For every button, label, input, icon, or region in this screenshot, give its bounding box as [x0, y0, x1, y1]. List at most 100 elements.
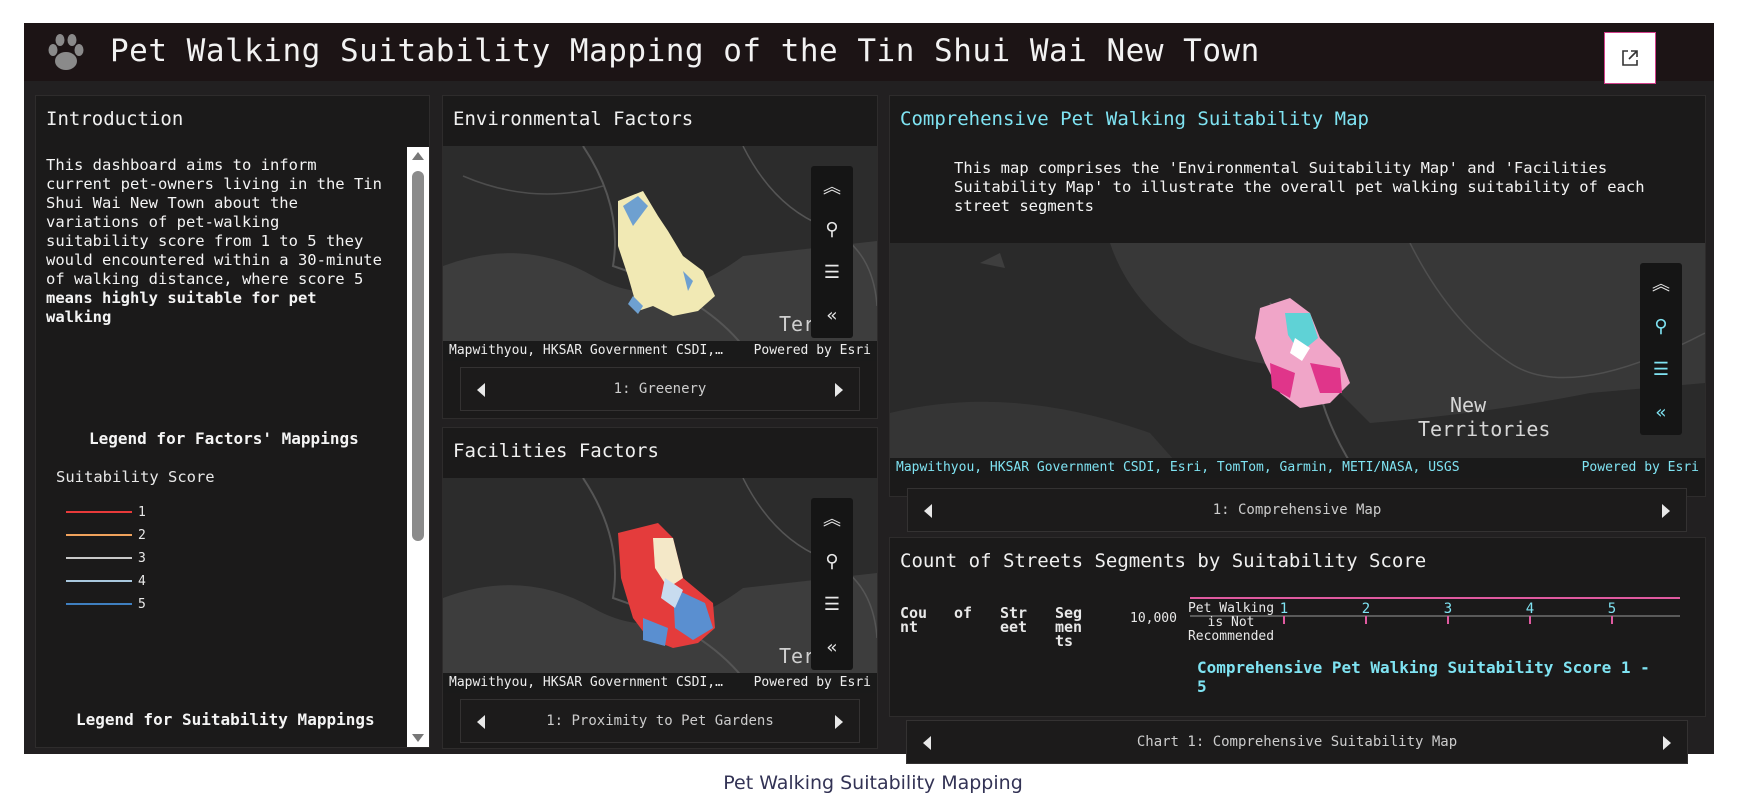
- collapse-left-icon[interactable]: «: [811, 627, 853, 667]
- legend-item: 5: [66, 596, 146, 612]
- legend-swatch: [66, 511, 132, 513]
- page-title: Pet Walking Suitability Mapping of the T…: [110, 33, 1260, 69]
- powered-by-text: Powered by Esri: [753, 675, 871, 690]
- x-tick-label: 4: [1525, 601, 1535, 617]
- environmental-map[interactable]: Terri ︽ ⚲ ☰ « Mapwithyou, HKSAR Governme…: [443, 146, 877, 361]
- attribution-text: Mapwithyou, HKSAR Government CSDI,…: [449, 675, 723, 690]
- legend-swatch: [66, 603, 132, 605]
- chart-pager-label: Chart 1: Comprehensive Suitability Map: [1136, 734, 1458, 750]
- facilities-factors-title: Facilities Factors: [453, 440, 659, 462]
- env-map-toolbar: ︽ ⚲ ☰ «: [811, 166, 853, 338]
- x-tick-label-line: Recommended: [1187, 629, 1275, 644]
- fac-pager-label: 1: Proximity to Pet Gardens: [546, 713, 774, 729]
- x-tick-mark: [1529, 616, 1531, 624]
- open-in-new-window-button[interactable]: [1604, 32, 1656, 84]
- comp-map-label-1: New: [1450, 393, 1487, 417]
- introduction-body-bold: means highly suitable for pet walking: [46, 289, 317, 326]
- scrollbar-thumb[interactable]: [412, 171, 424, 541]
- attribution-text: Mapwithyou, HKSAR Government CSDI, Esri,…: [896, 460, 1460, 475]
- next-icon[interactable]: [1662, 504, 1670, 518]
- x-axis-title: Comprehensive Pet Walking Suitability Sc…: [1197, 658, 1650, 696]
- legend-item: 2: [66, 527, 146, 543]
- x-tick-mark: [1611, 616, 1613, 624]
- comp-map-attribution: Mapwithyou, HKSAR Government CSDI, Esri,…: [890, 458, 1705, 478]
- next-icon[interactable]: [835, 715, 843, 729]
- x-tick-label: Pet Walking is Not Recommended: [1186, 602, 1276, 644]
- legend-subtitle: Suitability Score: [56, 468, 215, 486]
- comprehensive-map-description: This map comprises the 'Environmental Su…: [954, 159, 1645, 215]
- comprehensive-map[interactable]: New Territories ︽ ⚲ ☰ « Mapwithyou, HKSA…: [890, 243, 1705, 478]
- basemap: [890, 243, 1705, 478]
- list-icon[interactable]: ☰: [1640, 349, 1682, 389]
- x-tick-mark: [1447, 616, 1449, 624]
- search-icon[interactable]: ⚲: [1640, 306, 1682, 346]
- x-tick-label: 1: [1279, 601, 1289, 617]
- paw-icon: [48, 34, 84, 70]
- chart-pager: Chart 1: Comprehensive Suitability Map: [906, 720, 1688, 764]
- x-tick-label: 3: [1443, 601, 1453, 617]
- env-map-attribution: Mapwithyou, HKSAR Government CSDI,… Powe…: [443, 341, 877, 361]
- fac-map-label: Ter: [779, 644, 816, 668]
- powered-by-text: Powered by Esri: [753, 343, 871, 358]
- introduction-title: Introduction: [46, 108, 184, 130]
- fac-pager: 1: Proximity to Pet Gardens: [460, 699, 860, 743]
- comp-map-label-2: Territories: [1418, 417, 1551, 441]
- external-link-icon: [1622, 50, 1638, 66]
- env-map-label: Ter: [779, 312, 816, 336]
- chart-panel: Count of Streets Segments by Suitability…: [889, 537, 1706, 717]
- x-tick-label-line: Pet Walking: [1187, 601, 1275, 616]
- search-icon[interactable]: ⚲: [811, 209, 853, 249]
- comp-map-toolbar: ︽ ⚲ ☰ «: [1640, 263, 1682, 435]
- list-icon[interactable]: ☰: [811, 584, 853, 624]
- x-tick-mark: [1283, 616, 1285, 624]
- search-icon[interactable]: ⚲: [811, 541, 853, 581]
- comprehensive-map-title: Comprehensive Pet Walking Suitability Ma…: [900, 108, 1369, 130]
- collapse-up-icon[interactable]: ︽: [811, 498, 853, 538]
- legend-label: 2: [138, 527, 146, 543]
- comp-pager: 1: Comprehensive Map: [907, 488, 1687, 532]
- scroll-down-icon[interactable]: [412, 734, 424, 742]
- collapse-left-icon[interactable]: «: [811, 295, 853, 335]
- legend-item: 3: [66, 550, 146, 566]
- legend-label: 4: [138, 573, 146, 589]
- scroll-up-icon[interactable]: [412, 152, 424, 160]
- suitability-legend-title: Legend for Suitability Mappings: [76, 710, 375, 729]
- fac-map-toolbar: ︽ ⚲ ☰ «: [811, 498, 853, 670]
- dashboard-header: Pet Walking Suitability Mapping of the T…: [24, 23, 1714, 81]
- list-icon[interactable]: ☰: [811, 252, 853, 292]
- powered-by-text: Powered by Esri: [1581, 460, 1699, 475]
- figure-caption: Pet Walking Suitability Mapping: [723, 772, 1023, 794]
- legend-swatch: [66, 580, 132, 582]
- environmental-factors-title: Environmental Factors: [453, 108, 694, 130]
- legend-label: 3: [138, 550, 146, 566]
- attribution-text: Mapwithyou, HKSAR Government CSDI,…: [449, 343, 723, 358]
- fac-map-attribution: Mapwithyou, HKSAR Government CSDI,… Powe…: [443, 673, 877, 693]
- collapse-up-icon[interactable]: ︽: [811, 166, 853, 206]
- facilities-map[interactable]: Terri ︽ ⚲ ☰ « Mapwithyou, HKSAR Governme…: [443, 478, 877, 693]
- legend-swatch: [66, 534, 132, 536]
- collapse-left-icon[interactable]: «: [1640, 392, 1682, 432]
- x-tick-mark: [1365, 616, 1367, 624]
- factors-legend-title: Legend for Factors' Mappings: [89, 429, 359, 448]
- legend-swatch: [66, 557, 132, 559]
- legend-item: 1: [66, 504, 146, 520]
- env-pager-label: 1: Greenery: [613, 381, 707, 397]
- collapse-up-icon[interactable]: ︽: [1640, 263, 1682, 303]
- introduction-body: This dashboard aims to inform current pe…: [46, 156, 382, 288]
- comp-pager-label: 1: Comprehensive Map: [1212, 502, 1382, 518]
- comprehensive-map-panel: Comprehensive Pet Walking Suitability Ma…: [889, 95, 1706, 532]
- legend-label: 1: [138, 504, 146, 520]
- legend-label: 5: [138, 596, 146, 612]
- x-tick-label: 5: [1607, 601, 1617, 617]
- introduction-text: This dashboard aims to inform current pe…: [46, 156, 391, 327]
- x-tick-label-line: is Not: [1207, 615, 1255, 630]
- introduction-panel: Introduction This dashboard aims to info…: [35, 95, 430, 748]
- x-tick-label: 2: [1361, 601, 1371, 617]
- dashboard: Pet Walking Suitability Mapping of the T…: [24, 23, 1714, 764]
- introduction-scrollbar[interactable]: [407, 147, 429, 747]
- next-icon[interactable]: [1663, 736, 1671, 750]
- next-icon[interactable]: [835, 383, 843, 397]
- env-pager: 1: Greenery: [460, 367, 860, 411]
- facilities-factors-panel: Facilities Factors Terri ︽ ⚲ ☰ «: [442, 427, 878, 749]
- environmental-factors-panel: Environmental Factors Terri ︽ ⚲ ☰ «: [442, 95, 878, 419]
